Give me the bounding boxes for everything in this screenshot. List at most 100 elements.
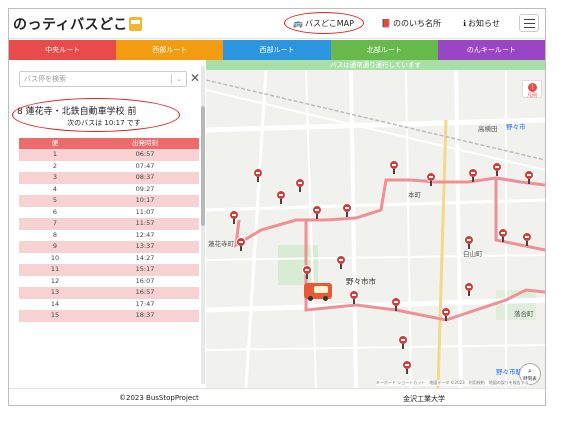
bus-stop-pin[interactable] — [295, 178, 305, 192]
bus-window — [314, 286, 328, 293]
bus-stop-pin[interactable] — [312, 205, 322, 219]
nav-bus-map[interactable]: 🚌 バスどこMAP — [293, 18, 354, 29]
road — [454, 69, 463, 388]
departure-time: 13:37 — [135, 242, 155, 250]
hamburger-icon — [524, 19, 535, 20]
tab-central-route[interactable]: 中央ルート — [9, 40, 117, 60]
bus-stop-pin[interactable] — [426, 172, 436, 186]
timetable-row: 9 13:37 — [19, 241, 199, 253]
tab-west-route-2[interactable]: 西部ルート — [223, 40, 331, 60]
scrollbar-thumb[interactable] — [201, 106, 205, 226]
bus-stop-pin[interactable] — [389, 160, 399, 174]
bus-stop-pin[interactable] — [302, 265, 312, 279]
bus-stop-pin[interactable] — [229, 210, 239, 224]
bus-stop-pin[interactable] — [398, 335, 408, 349]
map[interactable]: バスは通常通り運行しています 野々市市 白山町 蓮花寺町 本町 野々市 野々市駅… — [206, 60, 545, 388]
col-header-number: 便 — [51, 139, 59, 147]
alert-icon: ! — [528, 83, 537, 92]
book-icon: 📕 — [381, 19, 391, 28]
pin-stem — [316, 214, 318, 219]
trip-number: 6 — [52, 207, 58, 216]
tab-nonkii-route[interactable]: のんキールート — [437, 40, 545, 60]
app-logo[interactable]: のっティバスどこ — [13, 14, 142, 34]
info-icon: ℹ — [463, 19, 467, 28]
trip-number: 15 — [50, 311, 60, 319]
sidebar-scrollbar[interactable] — [201, 66, 205, 384]
road — [349, 69, 358, 388]
pin-stem — [445, 316, 447, 321]
trip-number: 4 — [52, 184, 58, 193]
bus-stop-pin[interactable] — [402, 360, 412, 374]
bus-stop-pin[interactable] — [336, 255, 346, 269]
chevron-down-icon[interactable]: ⌄ — [176, 72, 182, 86]
pin-stem — [257, 177, 259, 182]
app-window: のっティバスどこ 🚌 バスどこMAP 📕 ののいち名所 ℹ お知らせ 中央ルート 西部… — [8, 8, 546, 406]
search-icon: ⌕ — [528, 367, 532, 375]
map-canvas — [206, 69, 545, 388]
bus-stop-pin[interactable] — [524, 170, 534, 184]
bus-stop-pin[interactable] — [349, 290, 359, 304]
bus-wheel — [308, 296, 313, 301]
nav-label: お知らせ — [468, 19, 500, 28]
departure-time: 09:27 — [135, 184, 155, 193]
tab-west-route-1[interactable]: 西部ルート — [116, 40, 224, 60]
highway — [436, 119, 448, 388]
close-icon[interactable]: ✕ — [190, 72, 200, 84]
bus-stop-pin[interactable] — [522, 232, 532, 246]
nav-nonoichi-spots[interactable]: 📕 ののいち名所 — [381, 18, 441, 29]
app-title: のっティバスどこ — [13, 17, 128, 33]
service-notice: バスは通常通り運行しています — [206, 60, 545, 70]
map-attribution[interactable]: キーボード ショートカット 地図データ ©2023 利用規約 地図の誤りを報告す… — [376, 380, 529, 386]
bus-stop-pin[interactable] — [342, 203, 352, 217]
departure-time: 07:47 — [135, 161, 155, 170]
bus-stop-pin[interactable] — [464, 235, 474, 249]
pin-stem — [340, 264, 342, 269]
map-label-shirayama: 白山町 — [463, 250, 483, 258]
pin-stem — [502, 237, 504, 242]
trip-number: 12 — [50, 276, 60, 285]
departure-time: 16:57 — [135, 288, 155, 296]
trip-number: 5 — [52, 196, 58, 204]
pin-stem — [528, 179, 530, 184]
timetable-row: 1 06:57 — [19, 149, 199, 161]
trip-number: 13 — [50, 288, 60, 296]
departure-time: 11:57 — [135, 219, 155, 227]
tab-north-route[interactable]: 北部ルート — [330, 40, 438, 60]
bus-stop-pin[interactable] — [276, 190, 286, 204]
departure-time: 06:57 — [135, 150, 155, 158]
bus-icon: 🚌 — [293, 19, 303, 28]
pin-stem — [430, 181, 432, 186]
next-bus-text: 次のバスは 10:17 です — [67, 119, 141, 127]
timetable-row: 14 17:47 — [19, 298, 199, 310]
pin-stem — [240, 246, 242, 251]
hamburger-line — [524, 27, 535, 28]
bus-stop-pin[interactable] — [498, 228, 508, 242]
timetable-row: 5 10:17 — [19, 195, 199, 207]
stop-search-input[interactable]: バス停を検索 ⌄ — [19, 71, 187, 87]
pin-stem — [299, 187, 301, 192]
bus-stop-pin[interactable] — [391, 297, 401, 311]
timetable-row: 12 16:07 — [19, 275, 199, 287]
bus-stop-pin[interactable] — [253, 168, 263, 182]
university-credit: 金沢工業大学 — [403, 395, 445, 403]
bus-wheel — [323, 296, 328, 301]
timetable-row: 6 11:07 — [19, 206, 199, 218]
bus-stop-pin[interactable] — [236, 237, 246, 251]
bus-stop-pin[interactable] — [464, 282, 474, 296]
nav-news[interactable]: ℹ お知らせ — [463, 18, 500, 29]
bus-stop-pin[interactable] — [468, 168, 478, 182]
timetable-row: 8 12:47 — [19, 229, 199, 241]
bus-stop-pin[interactable] — [441, 307, 451, 321]
footer: ©2023 BusStopProject 金沢工業大学 — [9, 388, 545, 405]
hamburger-menu-button[interactable] — [519, 14, 539, 32]
trip-number: 2 — [52, 161, 58, 170]
pin-stem — [526, 241, 528, 246]
bus-vehicle-icon[interactable] — [304, 279, 334, 301]
copyright: ©2023 BusStopProject — [119, 394, 199, 402]
departure-time: 12:47 — [135, 230, 155, 239]
bus-stop-pin[interactable] — [492, 162, 502, 176]
departure-time: 10:17 — [135, 196, 155, 204]
timetable-row: 4 09:27 — [19, 183, 199, 195]
pin-stem — [346, 212, 348, 217]
legend-button[interactable]: ! 凡例 — [522, 80, 542, 99]
